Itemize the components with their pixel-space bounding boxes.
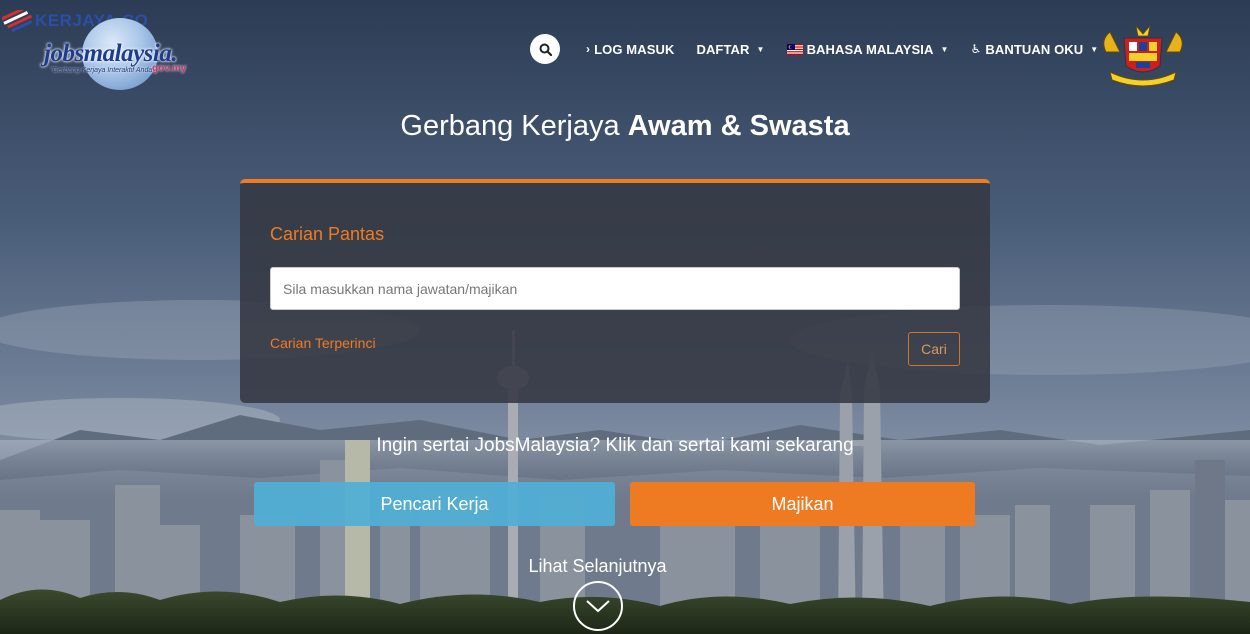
search-submit-button[interactable]: Cari xyxy=(908,332,960,366)
main-nav: › LOG MASUK DAFTAR ▼ BAHASA MALAYSIA ▼ ♿… xyxy=(530,34,1120,64)
job-search-input[interactable] xyxy=(270,267,960,310)
employer-button[interactable]: Majikan xyxy=(630,482,975,526)
nav-bantuan-oku-label: BANTUAN OKU xyxy=(985,41,1084,57)
advanced-search-link[interactable]: Carian Terperinci xyxy=(270,335,376,351)
nav-daftar-label: DAFTAR xyxy=(696,41,750,57)
nav-log-masuk[interactable]: › LOG MASUK xyxy=(586,42,674,57)
nav-log-masuk-label: LOG MASUK xyxy=(594,41,675,57)
scroll-down-button[interactable] xyxy=(573,581,623,631)
join-prompt: Ingin sertai JobsMalaysia? Klik dan sert… xyxy=(376,435,854,456)
caret-down-icon: ▼ xyxy=(756,44,765,54)
caret-down-icon: ▼ xyxy=(940,44,949,54)
coat-of-arms-icon xyxy=(1103,24,1183,87)
search-button[interactable] xyxy=(530,34,560,64)
quick-search-panel: Carian Pantas Carian Terperinci Cari xyxy=(240,179,990,403)
headline-light: Gerbang Kerjaya xyxy=(400,110,628,142)
search-icon xyxy=(539,43,552,56)
logo-suffix: gov.my xyxy=(152,63,187,74)
quick-search-title: Carian Pantas xyxy=(270,224,385,244)
nav-bantuan-oku[interactable]: ♿ BANTUAN OKU ▼ xyxy=(971,42,1099,57)
chevron-right-icon: › xyxy=(586,42,591,56)
page-headline: Gerbang Kerjaya Awam & Swasta xyxy=(0,110,1250,143)
headline-bold: Awam & Swasta xyxy=(627,110,850,142)
job-seeker-button[interactable]: Pencari Kerja xyxy=(254,482,615,526)
nav-daftar[interactable]: DAFTAR ▼ xyxy=(696,42,764,57)
jobsmalaysia-logo[interactable]: jobsmalaysia. "Gerbang Kerjaya Interakti… xyxy=(44,18,204,90)
nav-language[interactable]: BAHASA MALAYSIA ▼ xyxy=(786,41,949,57)
wheelchair-icon: ♿ xyxy=(970,42,982,56)
malaysia-flag-icon xyxy=(786,43,803,55)
chevron-down-icon xyxy=(586,600,610,613)
flag-stripes-icon xyxy=(2,10,32,32)
see-more-label: Lihat Selanjutnya xyxy=(528,556,667,576)
logo-tagline: "Gerbang Kerjaya Interaktif Anda" xyxy=(50,67,155,74)
nav-language-label: BAHASA MALAYSIA xyxy=(806,41,934,57)
